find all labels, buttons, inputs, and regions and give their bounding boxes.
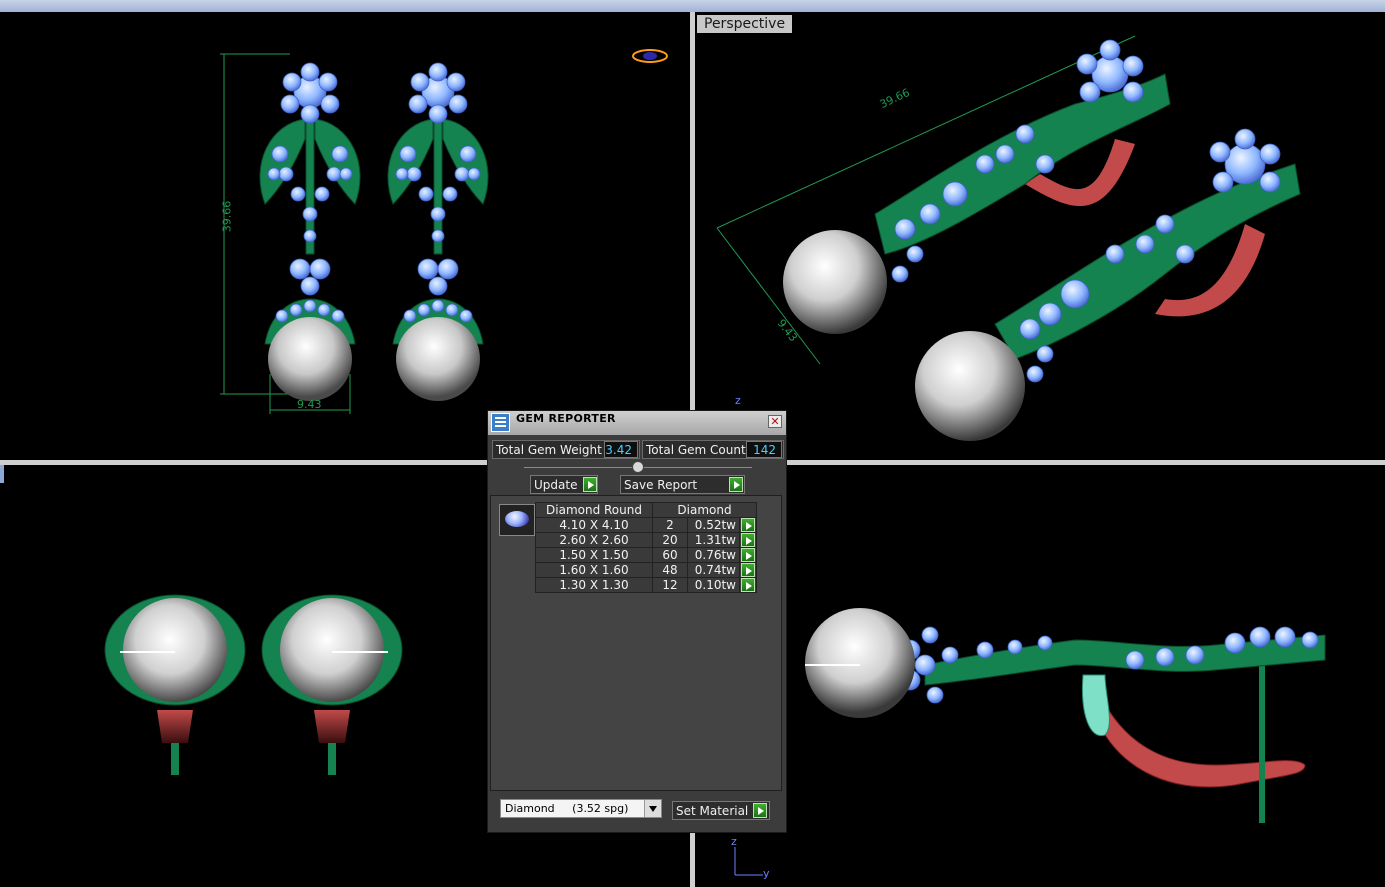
row-select-play-icon[interactable] xyxy=(741,578,755,592)
update-play-icon[interactable] xyxy=(583,477,597,492)
gem-count: 12 xyxy=(652,577,688,593)
table-row: 1.30 X 1.30 12 0.10tw xyxy=(535,577,757,593)
perspective-render xyxy=(716,35,1301,441)
gem-count: 2 xyxy=(652,517,688,533)
set-material-play-icon[interactable] xyxy=(753,803,767,818)
set-material-label: Set Material xyxy=(676,804,749,818)
gem-weight: 1.31tw xyxy=(687,532,740,548)
title-strip xyxy=(0,0,1385,12)
gem-reporter-dialog[interactable]: GEM REPORTER ✕ Total Gem Weight 3.42 Tot… xyxy=(487,410,787,833)
diamond-round-icon[interactable] xyxy=(499,504,535,536)
save-report-play-icon[interactable] xyxy=(729,477,743,492)
earring-right xyxy=(387,62,489,401)
row-select-play-icon[interactable] xyxy=(741,563,755,577)
axis-y-label-br: y xyxy=(763,867,770,880)
side-view-render xyxy=(734,608,1326,876)
gem-size: 1.50 X 1.50 xyxy=(535,547,653,563)
material-select[interactable]: Diamond (3.52 spg) xyxy=(500,799,662,818)
viewport-side[interactable]: z y xyxy=(695,465,1385,887)
gem-table-header-shape: Diamond Round xyxy=(535,502,653,518)
gem-size: 4.10 X 4.10 xyxy=(535,517,653,533)
table-row: 4.10 X 4.10 2 0.52tw xyxy=(535,517,757,533)
update-button-label: Update xyxy=(534,478,578,492)
gem-reporter-logo-icon xyxy=(491,413,510,432)
gem-count: 60 xyxy=(652,547,688,563)
gem-count: 20 xyxy=(652,532,688,548)
close-icon[interactable]: ✕ xyxy=(768,415,782,428)
orbit-icon xyxy=(632,49,668,63)
gem-table: Diamond Round Diamond 4.10 X 4.10 2 0.52… xyxy=(535,502,757,593)
set-material-button[interactable]: Set Material xyxy=(672,801,770,820)
table-row: 1.60 X 1.60 48 0.74tw xyxy=(535,562,757,578)
dialog-title: GEM REPORTER xyxy=(516,412,616,425)
material-select-value: Diamond (3.52 spg) xyxy=(505,802,629,815)
dimension-width-front: 9.43 xyxy=(297,398,322,411)
save-report-label: Save Report xyxy=(624,478,698,492)
dimension-height-front: 39.66 xyxy=(220,200,234,233)
earring-left xyxy=(259,62,361,401)
row-select-play-icon[interactable] xyxy=(741,518,755,532)
front-view-render xyxy=(220,49,668,414)
gem-list-panel[interactable]: Diamond Round Diamond 4.10 X 4.10 2 0.52… xyxy=(490,495,782,791)
gem-weight: 0.52tw xyxy=(687,517,740,533)
gem-size: 2.60 X 2.60 xyxy=(535,532,653,548)
axis-z-label-tr: z xyxy=(735,394,741,407)
viewport-front[interactable]: 39.66 9.43 xyxy=(0,14,690,460)
row-select-play-icon[interactable] xyxy=(741,548,755,562)
total-gem-count-value: 142 xyxy=(746,441,782,458)
gem-weight: 0.74tw xyxy=(687,562,740,578)
row-select-play-icon[interactable] xyxy=(741,533,755,547)
gem-size: 1.30 X 1.30 xyxy=(535,577,653,593)
table-row: 2.60 X 2.60 20 1.31tw xyxy=(535,532,757,548)
save-report-button[interactable]: Save Report xyxy=(620,475,745,494)
total-gem-weight-value: 3.42 xyxy=(604,441,638,458)
dialog-titlebar[interactable]: GEM REPORTER ✕ xyxy=(488,411,786,435)
table-row: 1.50 X 1.50 60 0.76tw xyxy=(535,547,757,563)
gem-weight: 0.76tw xyxy=(687,547,740,563)
axis-z-label-br: z xyxy=(731,835,737,848)
gem-size: 1.60 X 1.60 xyxy=(535,562,653,578)
viewport-label-perspective[interactable]: Perspective xyxy=(697,15,793,33)
gem-weight: 0.10tw xyxy=(687,577,740,593)
gem-table-header-material: Diamond xyxy=(652,502,757,518)
chevron-down-icon[interactable] xyxy=(644,800,661,817)
viewport-perspective[interactable]: Perspective 39.66 9.43 z xyxy=(695,14,1385,460)
gem-count: 48 xyxy=(652,562,688,578)
splitter-knob[interactable] xyxy=(632,461,644,473)
update-button[interactable]: Update xyxy=(530,475,598,494)
